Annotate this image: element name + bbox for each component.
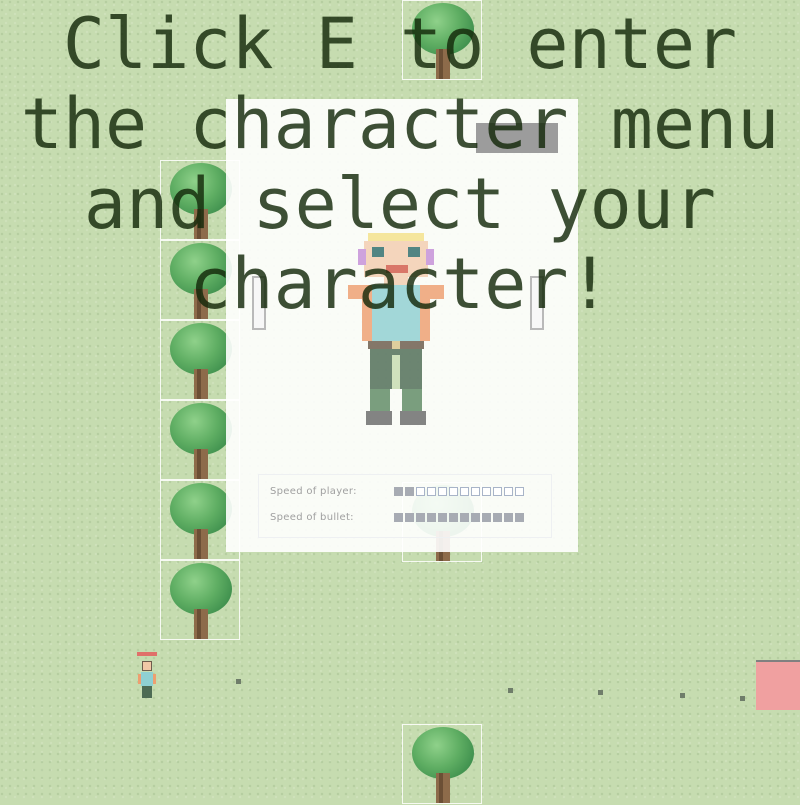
- stat-cell-filled: [504, 512, 513, 522]
- tree-icon: [403, 1, 483, 81]
- enemy-block[interactable]: [756, 662, 800, 710]
- stat-cell-filled: [394, 486, 403, 496]
- bullet: [598, 690, 603, 695]
- stat-cell-empty: [427, 486, 436, 496]
- tree-tile: [402, 0, 482, 80]
- stat-cell-empty: [449, 486, 458, 496]
- stat-cell-filled: [493, 512, 502, 522]
- stat-cell-filled: [482, 512, 491, 522]
- stat-cell-empty: [493, 486, 502, 496]
- stat-cell-empty: [515, 486, 524, 496]
- stat-cell-filled: [515, 512, 524, 522]
- stat-cell-empty: [416, 486, 425, 496]
- stat-cell-filled: [405, 486, 414, 496]
- stat-cell-filled: [394, 512, 403, 522]
- tree-icon: [161, 561, 241, 641]
- menu-close-block[interactable]: [476, 123, 558, 153]
- stat-bar-player-speed: [394, 486, 524, 496]
- stat-cell-empty: [438, 486, 447, 496]
- stat-cell-filled: [427, 512, 436, 522]
- tree-tile: [402, 724, 482, 804]
- character-preview: [348, 233, 444, 425]
- stat-label: Speed of bullet:: [270, 511, 354, 523]
- stat-row-bullet-speed: Speed of bullet:: [270, 509, 524, 525]
- stat-cell-filled: [438, 512, 447, 522]
- stat-cell-filled: [405, 512, 414, 522]
- stat-cell-filled: [416, 512, 425, 522]
- player-character[interactable]: [137, 652, 157, 706]
- stat-cell-filled: [471, 512, 480, 522]
- stat-cell-filled: [460, 512, 469, 522]
- stat-bar-bullet-speed: [394, 512, 524, 522]
- stat-row-player-speed: Speed of player:: [270, 483, 524, 499]
- stat-cell-empty: [482, 486, 491, 496]
- bullet: [680, 693, 685, 698]
- stat-label: Speed of player:: [270, 485, 357, 497]
- bullet: [508, 688, 513, 693]
- tree-icon: [403, 725, 483, 805]
- bullet: [236, 679, 241, 684]
- stat-cell-empty: [471, 486, 480, 496]
- next-character-button[interactable]: [530, 276, 544, 330]
- stat-cell-empty: [460, 486, 469, 496]
- stat-cell-filled: [449, 512, 458, 522]
- player-health-bar: [137, 652, 157, 656]
- stat-cell-empty: [504, 486, 513, 496]
- bullet: [740, 696, 745, 701]
- tree-tile: [160, 560, 240, 640]
- prev-character-button[interactable]: [252, 276, 266, 330]
